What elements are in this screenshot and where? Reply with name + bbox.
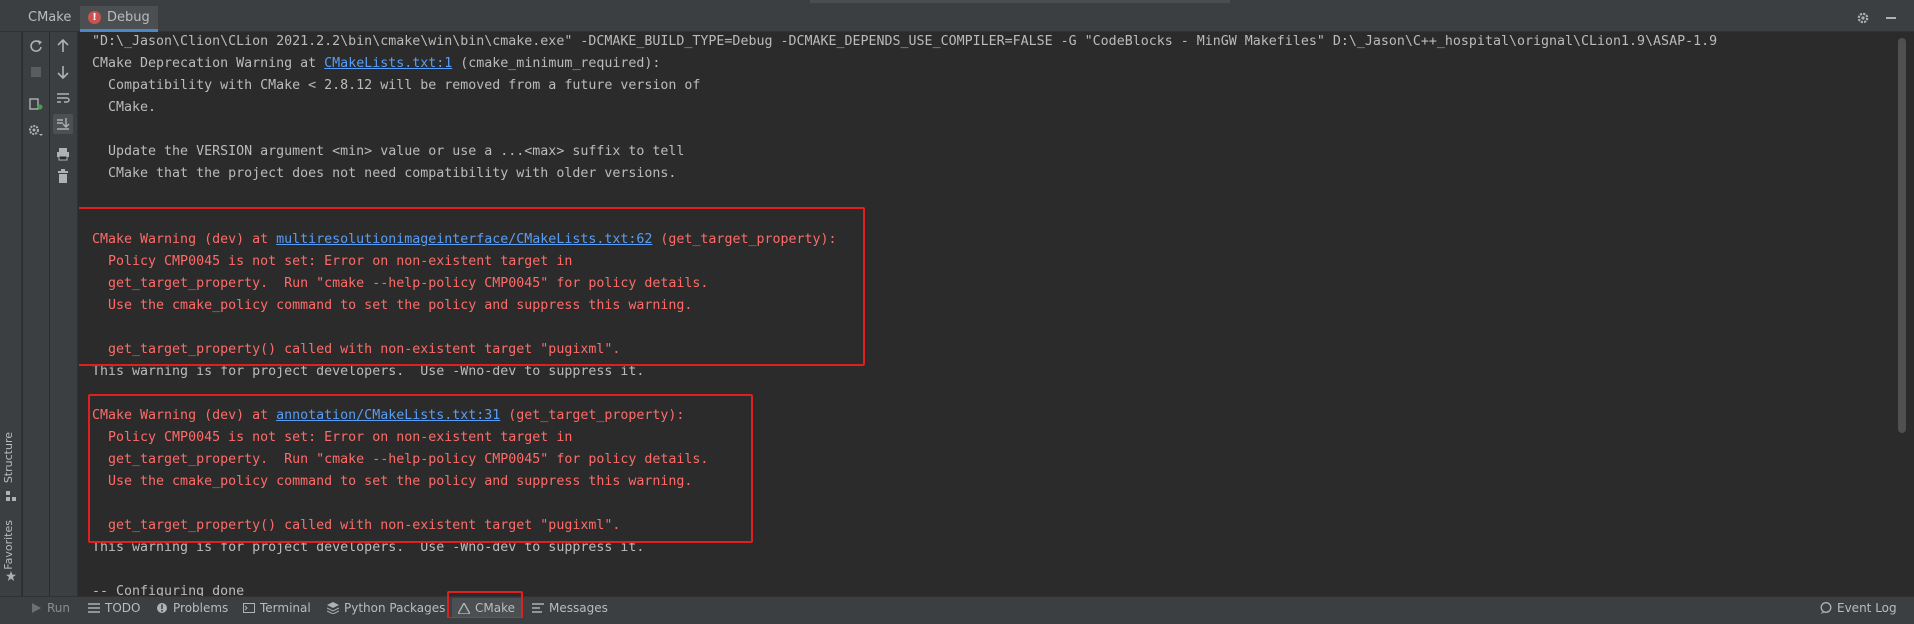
gear-icon[interactable] <box>1856 11 1870 25</box>
status-bar <box>0 618 1914 624</box>
todo-icon <box>88 602 100 614</box>
run-icon <box>30 602 42 614</box>
console-line: CMake that the project does not need com… <box>92 166 677 181</box>
tab-messages-label: Messages <box>549 601 608 615</box>
structure-tab[interactable]: Structure <box>2 432 15 483</box>
favorites-tab[interactable]: Favorites <box>2 520 15 570</box>
highlight-box-cmake-tab <box>447 591 523 619</box>
reload-icon[interactable] <box>28 38 44 54</box>
scroll-to-end-icon[interactable] <box>53 114 73 134</box>
tab-terminal-label: Terminal <box>260 601 311 615</box>
layers-icon <box>327 602 339 614</box>
event-log-icon <box>1820 602 1832 614</box>
toolbar-column-left <box>23 32 49 596</box>
console-line: Compatibility with CMake < 2.8.12 will b… <box>92 78 701 93</box>
trash-icon[interactable] <box>55 168 71 184</box>
tab-run[interactable]: Run <box>30 598 70 618</box>
minimize-icon[interactable] <box>1884 11 1898 25</box>
console-line: Update the VERSION argument <min> value … <box>92 144 685 159</box>
settings-dropdown-icon[interactable] <box>28 122 44 138</box>
messages-icon <box>532 602 544 614</box>
tab-event-log-label: Event Log <box>1837 601 1897 615</box>
left-tool-strip: Structure Favorites <box>0 32 22 596</box>
tab-problems[interactable]: Problems <box>156 598 228 618</box>
structure-icon <box>6 490 16 501</box>
scrollbar-thumb[interactable] <box>1898 38 1906 433</box>
toolbar-column-right <box>50 32 78 596</box>
highlight-box-warning-2 <box>88 394 753 543</box>
console-text: (cmake_minimum_required): <box>452 56 661 71</box>
console-line: CMake Deprecation Warning at CMakeLists.… <box>92 53 660 75</box>
arrow-down-icon[interactable] <box>55 64 71 80</box>
stop-icon[interactable] <box>28 64 44 80</box>
tab-debug[interactable]: ! Debug <box>80 6 158 32</box>
tab-event-log[interactable]: Event Log <box>1820 598 1897 618</box>
tab-python-packages-label: Python Packages <box>344 601 446 615</box>
tab-run-label: Run <box>47 601 71 615</box>
tab-debug-label: Debug <box>107 10 150 25</box>
tool-window-header: CMake ! Debug <box>0 3 1914 32</box>
tool-window-title: CMake <box>28 10 72 25</box>
tab-terminal[interactable]: Terminal <box>243 598 311 618</box>
cmakelists-link[interactable]: CMakeLists.txt:1 <box>324 56 452 71</box>
tab-todo-label: TODO <box>105 601 141 615</box>
cmake-settings-icon[interactable] <box>28 96 44 112</box>
console-line: "D:\_Jason\Clion\CLion 2021.2.2\bin\cmak… <box>92 34 1718 49</box>
problems-icon <box>156 602 168 614</box>
bottom-tool-bar: Run TODO Problems Terminal Python Packag… <box>0 596 1914 618</box>
tab-problems-label: Problems <box>173 601 229 615</box>
console-line: -- Configuring done <box>92 584 245 596</box>
tab-messages[interactable]: Messages <box>532 598 608 618</box>
error-icon: ! <box>88 11 101 24</box>
soft-wrap-icon[interactable] <box>55 90 71 106</box>
terminal-icon <box>243 602 255 614</box>
highlight-box-warning-1 <box>79 207 865 366</box>
console-line: CMake. <box>92 100 157 115</box>
console-text: CMake Deprecation Warning at <box>92 56 325 71</box>
vertical-scrollbar[interactable] <box>1890 32 1914 596</box>
tab-python-packages[interactable]: Python Packages <box>327 598 445 618</box>
tab-todo[interactable]: TODO <box>88 598 140 618</box>
arrow-up-icon[interactable] <box>55 38 71 54</box>
print-icon[interactable] <box>55 146 71 162</box>
console-output[interactable]: "D:\_Jason\Clion\CLion 2021.2.2\bin\cmak… <box>79 32 1890 596</box>
star-icon <box>6 570 16 581</box>
